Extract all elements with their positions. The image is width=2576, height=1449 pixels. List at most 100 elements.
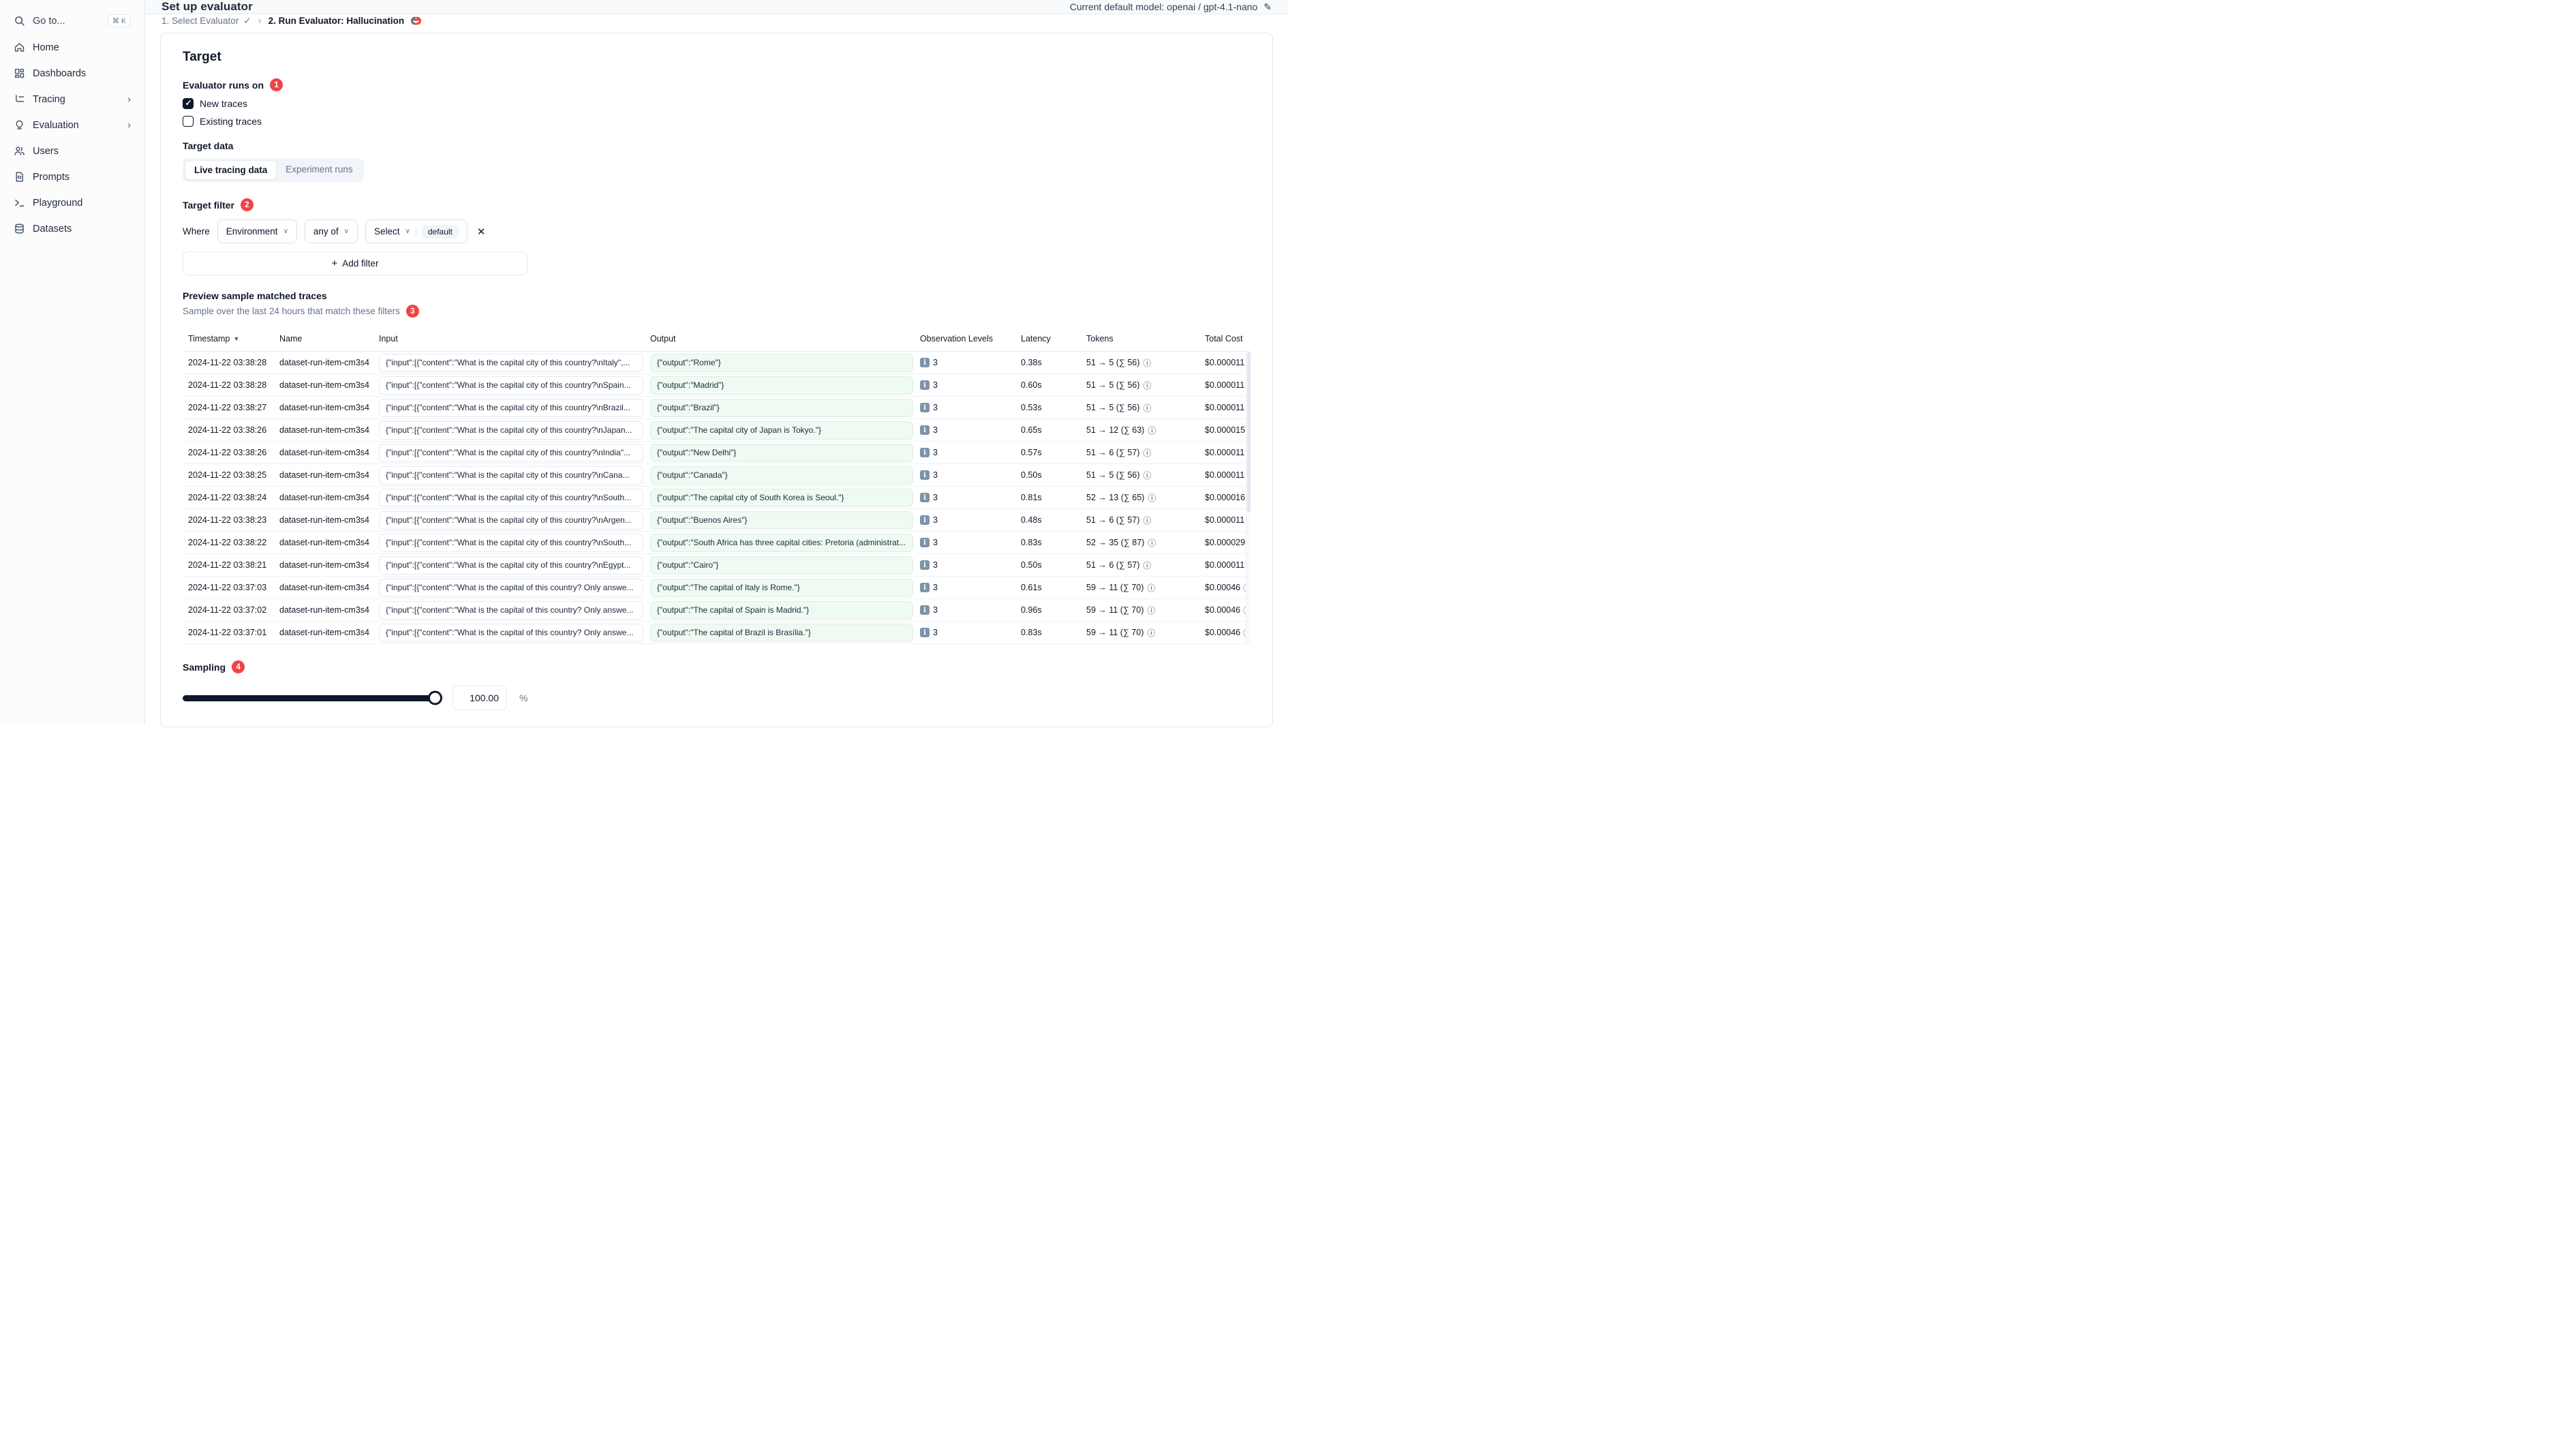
target-filter-label: Target filter 2: [183, 198, 1251, 211]
cell-observation-levels: 3: [920, 583, 1021, 592]
filter-field-select[interactable]: Environment ∨: [217, 219, 297, 243]
cell-timestamp: 2024-11-22 03:38:26: [188, 425, 267, 435]
table-row[interactable]: 2024-11-22 03:38:28 dataset-run-item-cm3…: [183, 352, 1251, 374]
column-header-input[interactable]: Input: [379, 334, 650, 344]
cell-total-cost: $0.000011 ⓘ: [1205, 515, 1251, 526]
filter-value-select[interactable]: Select ∨ default: [365, 219, 467, 243]
scrollbar-thumb[interactable]: [1247, 352, 1251, 513]
cell-latency: 0.81s: [1021, 493, 1042, 502]
table-row[interactable]: 2024-11-22 03:38:26 dataset-run-item-cm3…: [183, 419, 1251, 442]
playground-icon: [15, 199, 25, 207]
cell-total-cost: $0.00046 ⓘ: [1205, 582, 1251, 594]
table-row[interactable]: 2024-11-22 03:38:28 dataset-run-item-cm3…: [183, 374, 1251, 397]
target-data-label: Target data: [183, 140, 234, 151]
tab-experiment-runs[interactable]: Experiment runs: [277, 160, 361, 180]
sidebar-item-users[interactable]: Users: [7, 140, 138, 162]
info-icon: ⓘ: [1148, 538, 1156, 548]
table-row[interactable]: 2024-11-22 03:38:24 dataset-run-item-cm3…: [183, 487, 1251, 509]
sidebar-item-playground[interactable]: Playground: [7, 192, 138, 213]
table-row[interactable]: 2024-11-22 03:38:26 dataset-run-item-cm3…: [183, 442, 1251, 464]
column-header-latency[interactable]: Latency: [1021, 334, 1086, 344]
sampling-value-input[interactable]: [453, 686, 507, 710]
step-badge-4: 4: [232, 660, 245, 673]
column-header-tokens[interactable]: Tokens: [1086, 334, 1205, 344]
table-row[interactable]: 2024-11-22 03:38:21 dataset-run-item-cm3…: [183, 554, 1251, 577]
column-header-observation-levels[interactable]: Observation Levels: [920, 334, 1021, 344]
cell-input: {"input":[{"content":"What is the capita…: [379, 533, 643, 552]
table-row[interactable]: 2024-11-22 03:37:01 dataset-run-item-cm3…: [183, 622, 1251, 644]
table-row[interactable]: 2024-11-22 03:37:02 dataset-run-item-cm3…: [183, 599, 1251, 622]
column-header-timestamp[interactable]: Timestamp ▼: [183, 334, 279, 344]
cell-tokens: 51 → 6 (∑ 57) ⓘ: [1086, 448, 1152, 458]
table-row[interactable]: 2024-11-22 03:38:27 dataset-run-item-cm3…: [183, 397, 1251, 419]
column-header-name[interactable]: Name: [279, 334, 379, 344]
sidebar: Go to... ⌘ K Home Dashboards Tracing › E…: [0, 0, 145, 724]
table-row[interactable]: 2024-11-22 03:38:22 dataset-run-item-cm3…: [183, 532, 1251, 554]
remove-filter-icon[interactable]: ✕: [475, 226, 488, 238]
cell-total-cost: $0.000011 ⓘ: [1205, 447, 1251, 459]
cell-timestamp: 2024-11-22 03:38:25: [188, 470, 267, 480]
cell-output: {"output":"South Africa has three capita…: [650, 533, 913, 552]
table-row[interactable]: 2024-11-22 03:38:23 dataset-run-item-cm3…: [183, 509, 1251, 532]
cell-observation-levels: 3: [920, 538, 1021, 547]
checkbox-new-traces[interactable]: New traces: [183, 98, 1251, 109]
goto-search[interactable]: Go to... ⌘ K: [7, 10, 138, 32]
ragas-logo-icon: [411, 16, 422, 25]
cell-latency: 0.96s: [1021, 605, 1042, 615]
filter-operator-select[interactable]: any of ∨: [304, 219, 358, 243]
cell-total-cost: $0.000011 ⓘ: [1205, 560, 1251, 571]
cell-tokens: 59 → 11 (∑ 70) ⓘ: [1086, 628, 1156, 638]
column-header-output[interactable]: Output: [650, 334, 920, 344]
prompts-icon: [16, 172, 23, 182]
table-row[interactable]: 2024-11-22 03:37:03 dataset-run-item-cm3…: [183, 577, 1251, 599]
cell-input: {"input":[{"content":"What is the capita…: [379, 623, 643, 642]
slider-thumb[interactable]: [428, 690, 442, 705]
target-data-tabs: Live tracing data Experiment runs: [183, 158, 364, 182]
cell-name: dataset-run-item-cm3s4: [279, 448, 369, 457]
table-row[interactable]: 2024-11-22 03:38:25 dataset-run-item-cm3…: [183, 464, 1251, 487]
column-header-total-cost[interactable]: Total Cost: [1205, 334, 1251, 344]
add-filter-button[interactable]: + Add filter: [183, 251, 527, 275]
info-icon: ⓘ: [1147, 605, 1156, 615]
info-level-icon: [920, 515, 930, 525]
home-icon: [14, 43, 25, 52]
info-level-icon: [920, 628, 930, 637]
sampling-row: %: [183, 686, 1251, 710]
sidebar-item-prompts[interactable]: Prompts: [7, 166, 138, 187]
cell-timestamp: 2024-11-22 03:38:27: [188, 403, 267, 412]
cell-observation-levels: 3: [920, 493, 1021, 502]
cell-input: {"input":[{"content":"What is the capita…: [379, 555, 643, 575]
info-level-icon: [920, 493, 930, 502]
info-level-icon: [920, 605, 930, 615]
cell-tokens: 59 → 11 (∑ 70) ⓘ: [1086, 583, 1156, 593]
cell-timestamp: 2024-11-22 03:38:28: [188, 358, 267, 367]
sidebar-item-tracing[interactable]: Tracing ›: [7, 89, 138, 110]
cell-total-cost: $0.000029 ⓘ: [1205, 537, 1251, 549]
cell-input: {"input":[{"content":"What is the capita…: [379, 600, 643, 620]
info-level-icon: [920, 538, 930, 547]
sampling-slider[interactable]: [183, 690, 442, 705]
cell-latency: 0.38s: [1021, 358, 1042, 367]
tab-live-tracing-data[interactable]: Live tracing data: [185, 160, 277, 180]
cell-input: {"input":[{"content":"What is the capita…: [379, 466, 643, 485]
preview-table: Timestamp ▼ Name Input Output Observatio…: [183, 326, 1251, 644]
sidebar-item-datasets[interactable]: Datasets: [7, 218, 138, 239]
cell-tokens: 59 → 11 (∑ 70) ⓘ: [1086, 605, 1156, 615]
edit-icon[interactable]: ✎: [1263, 1, 1272, 13]
cell-latency: 0.50s: [1021, 560, 1042, 570]
cell-output: {"output":"Madrid"}: [650, 376, 913, 395]
cell-latency: 0.57s: [1021, 448, 1042, 457]
breadcrumb-step-select-evaluator[interactable]: 1. Select Evaluator ✓: [162, 16, 251, 27]
preview-title: Preview sample matched traces: [183, 290, 327, 301]
sidebar-item-home[interactable]: Home: [7, 37, 138, 58]
sidebar-item-dashboards[interactable]: Dashboards: [7, 63, 138, 84]
sidebar-item-evaluation[interactable]: Evaluation ›: [7, 115, 138, 136]
cell-input: {"input":[{"content":"What is the capita…: [379, 376, 643, 395]
cell-tokens: 51 → 5 (∑ 56) ⓘ: [1086, 358, 1152, 368]
checkbox-unchecked-icon[interactable]: [183, 116, 194, 127]
checkbox-checked-icon[interactable]: [183, 98, 194, 109]
cell-total-cost: $0.000011 ⓘ: [1205, 470, 1251, 481]
checkbox-existing-traces[interactable]: Existing traces: [183, 116, 1251, 127]
table-scrollbar[interactable]: [1246, 352, 1251, 644]
cell-total-cost: $0.000011 ⓘ: [1205, 380, 1251, 391]
